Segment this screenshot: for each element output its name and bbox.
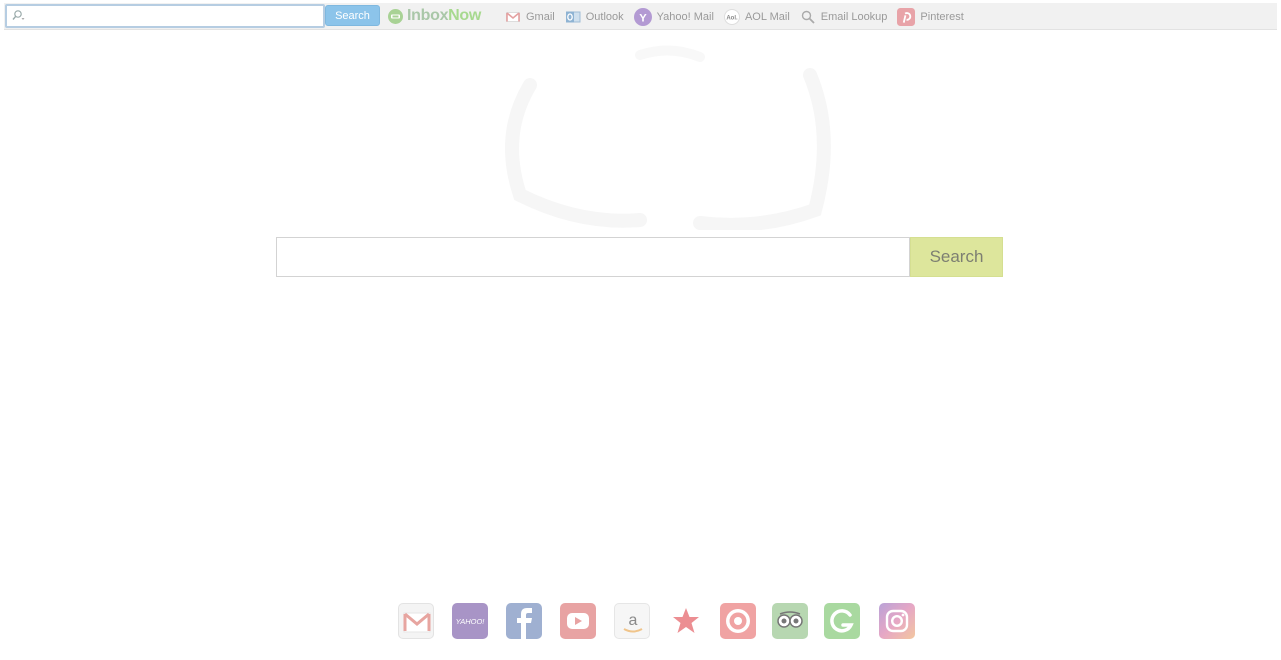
macys-tile[interactable] bbox=[668, 603, 704, 639]
toolbar-link-pinterest[interactable]: Pinterest bbox=[897, 8, 964, 26]
toolbar-links: Gmail Outlook Y Yahoo! Mail Aol. AOL Mai… bbox=[505, 7, 974, 27]
grammarly-icon bbox=[830, 609, 854, 633]
quick-link-tiles: YAHOO! a bbox=[398, 603, 918, 639]
target-icon bbox=[726, 609, 750, 633]
svg-text:Y: Y bbox=[639, 13, 647, 25]
instagram-icon bbox=[885, 609, 909, 633]
facebook-icon bbox=[517, 608, 532, 639]
magnifier-icon[interactable] bbox=[11, 9, 25, 23]
gmail-icon bbox=[403, 612, 431, 633]
pinterest-icon bbox=[897, 8, 916, 26]
yahoo-icon: Y bbox=[633, 8, 652, 26]
owl-icon bbox=[777, 611, 803, 628]
toolbar-search-box[interactable] bbox=[5, 4, 325, 28]
toolbar-link-label: Gmail bbox=[526, 11, 555, 23]
toolbar-link-outlook[interactable]: Outlook bbox=[565, 9, 624, 25]
youtube-tile[interactable] bbox=[560, 603, 596, 639]
toolbar-link-label: Email Lookup bbox=[820, 11, 888, 23]
toolbar-link-label: AOL Mail bbox=[744, 11, 790, 23]
toolbar-link-email-lookup[interactable]: Email Lookup bbox=[800, 9, 888, 25]
youtube-icon bbox=[567, 613, 589, 629]
gmail-icon bbox=[506, 12, 520, 22]
instagram-tile[interactable] bbox=[879, 603, 915, 639]
star-icon bbox=[673, 608, 699, 633]
toolbar-link-label: Pinterest bbox=[920, 11, 964, 23]
inboxnow-logo[interactable]: InboxNow bbox=[387, 6, 481, 26]
browser-toolbar: Search InboxNow Gmail Outlook Y Yahoo! M… bbox=[4, 3, 1277, 30]
toolbar-link-aol-mail[interactable]: Aol. AOL Mail bbox=[723, 9, 790, 25]
yahoo-tile[interactable]: YAHOO! bbox=[452, 603, 488, 639]
toolbar-search-button[interactable]: Search bbox=[325, 5, 380, 26]
inboxnow-logo-icon bbox=[388, 8, 403, 24]
magnifier-icon bbox=[801, 10, 815, 24]
amazon-tile[interactable]: a bbox=[614, 603, 650, 639]
main-search-bar: Search bbox=[276, 237, 1003, 277]
grammarly-tile[interactable] bbox=[824, 603, 860, 639]
main-search-input[interactable] bbox=[276, 237, 910, 277]
toolbar-link-label: Outlook bbox=[585, 11, 624, 23]
yahoo-icon: YAHOO! bbox=[456, 617, 486, 626]
toolbar-link-yahoo-mail[interactable]: Y Yahoo! Mail bbox=[633, 8, 714, 26]
inboxnow-logo-text: InboxNow bbox=[407, 7, 482, 24]
facebook-tile[interactable] bbox=[506, 603, 542, 639]
gmail-tile[interactable] bbox=[398, 603, 434, 639]
amazon-icon: a bbox=[623, 612, 643, 633]
aol-icon: Aol. bbox=[723, 9, 740, 25]
toolbar-link-label: Yahoo! Mail bbox=[656, 11, 714, 23]
toolbar-search-input[interactable] bbox=[29, 6, 319, 26]
outlook-icon bbox=[565, 11, 581, 23]
yahoo-tile-label: YAHOO! bbox=[456, 617, 486, 626]
amazon-tile-label: a bbox=[629, 612, 638, 629]
main-search-button[interactable]: Search bbox=[910, 237, 1003, 277]
svg-text:Aol.: Aol. bbox=[726, 16, 738, 22]
tripadvisor-tile[interactable] bbox=[772, 603, 808, 639]
background-watermark-logo bbox=[505, 45, 831, 230]
target-tile[interactable] bbox=[720, 603, 756, 639]
toolbar-link-gmail[interactable]: Gmail bbox=[505, 9, 555, 25]
